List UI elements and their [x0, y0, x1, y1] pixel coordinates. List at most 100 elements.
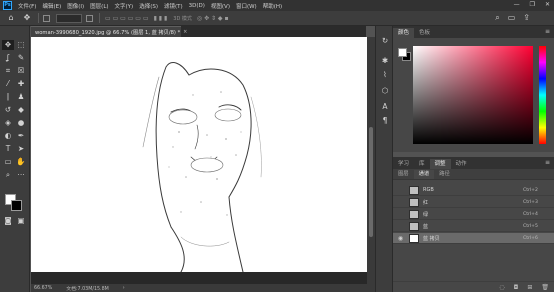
document-canvas[interactable]	[31, 37, 367, 272]
menu-help[interactable]: 帮助(H)	[263, 2, 282, 10]
quick-mask-icon[interactable]: ◙	[2, 216, 14, 226]
crop-tool-icon[interactable]: ⌗	[2, 66, 14, 76]
pen-tool-icon[interactable]: ✒	[15, 131, 27, 141]
more-tools-icon[interactable]: ⋯	[15, 170, 27, 180]
menu-window[interactable]: 窗口(W)	[236, 2, 257, 10]
shape-tool-icon[interactable]: ▭	[2, 157, 14, 167]
visibility-eye-icon[interactable]: ◉	[396, 235, 405, 242]
close-tab-icon[interactable]: ×	[183, 29, 187, 35]
channels-footer: ◌ ◘ ⊞ 🗑	[393, 281, 554, 292]
channel-row-red[interactable]: 红 Ctrl+3	[393, 197, 554, 208]
menu-type[interactable]: 文字(Y)	[115, 2, 134, 10]
channel-row-blue[interactable]: 蓝 Ctrl+5	[393, 221, 554, 232]
color-picker-field[interactable]	[413, 46, 533, 144]
document-tab[interactable]: woman-3990680_1920.jpg @ 66.7% (图层 1, 蓝 …	[31, 26, 187, 37]
brushes-panel-icon[interactable]: ⌇	[380, 70, 390, 80]
3d-mode-icons[interactable]: ◎ ✥ ⇕ ◆ ▪	[197, 15, 229, 22]
align-icons[interactable]: ▭ ▭ ▭ ▭ ▭ ▭	[105, 15, 149, 22]
menu-file[interactable]: 文件(F)	[18, 2, 36, 10]
menu-layer[interactable]: 图层(L)	[90, 2, 108, 10]
type-tool-icon[interactable]: T	[2, 144, 14, 154]
menu-edit[interactable]: 编辑(E)	[42, 2, 61, 10]
share-icon[interactable]: ⇪	[523, 13, 530, 23]
status-bar: 66.67% 文档:7.03M/15.8M ›	[31, 284, 375, 292]
new-channel-icon[interactable]: ⊞	[527, 284, 532, 291]
paragraph-panel-icon[interactable]: ¶	[380, 116, 390, 126]
history-brush-tool-icon[interactable]: ↺	[2, 105, 14, 115]
home-icon[interactable]: ⌂	[6, 13, 16, 23]
channel-shortcut: Ctrl+3	[523, 199, 538, 205]
distribute-icons[interactable]: ▮ ▮ ▮	[154, 15, 168, 22]
brush-tool-icon[interactable]: ǀ	[2, 92, 14, 102]
history-panel-icon[interactable]: ↻	[380, 36, 390, 46]
channel-row-rgb[interactable]: RGB Ctrl+2	[393, 185, 554, 196]
3d-mode-label: 3D 模式	[173, 15, 192, 22]
frame-tool-icon[interactable]: ☒	[15, 66, 27, 76]
zoom-level[interactable]: 66.67%	[34, 286, 52, 291]
maximize-button[interactable]: ❐	[530, 1, 535, 8]
paint-bucket-tool-icon[interactable]: ◈	[2, 118, 14, 128]
show-transform-checkbox[interactable]	[86, 14, 93, 22]
tools-panel: ✥ ⬚ ʆ ✎ ⌗ ☒ ⁄ ✚ ǀ ♟ ↺ ◆ ◈ ● ◐ ✒ T ➤ ▭ ✋ …	[0, 26, 30, 292]
channel-row-green[interactable]: 绿 Ctrl+4	[393, 209, 554, 220]
background-color-swatch[interactable]	[11, 200, 22, 211]
delete-channel-icon[interactable]: 🗑	[541, 284, 549, 291]
blur-tool-icon[interactable]: ●	[15, 118, 27, 128]
tab-swatches[interactable]: 色板	[414, 28, 435, 38]
3d-panel-icon[interactable]: ⬡	[380, 86, 390, 96]
status-menu-arrow[interactable]: ›	[123, 286, 125, 291]
tab-color[interactable]: 颜色	[393, 28, 415, 38]
canvas-vertical-scrollbar[interactable]	[367, 37, 375, 284]
panel-menu-icon[interactable]: ≡	[545, 159, 550, 166]
channel-shortcut: Ctrl+4	[523, 211, 538, 217]
menu-view[interactable]: 视图(V)	[211, 2, 230, 10]
scrollbar-thumb[interactable]	[369, 127, 373, 237]
load-selection-icon[interactable]: ◌	[499, 284, 504, 291]
screen-mode-icon[interactable]: ▣	[15, 216, 27, 226]
channel-row-blue-copy[interactable]: ◉ 蓝 拷贝 Ctrl+6	[393, 233, 554, 244]
tab-actions[interactable]: 动作	[451, 159, 472, 169]
tab-paths[interactable]: 路径	[434, 170, 455, 179]
hand-tool-icon[interactable]: ✋	[15, 157, 27, 167]
move-tool-icon[interactable]: ✥	[2, 40, 14, 50]
hue-slider[interactable]	[539, 46, 546, 144]
eraser-tool-icon[interactable]: ◆	[15, 105, 27, 115]
menu-select[interactable]: 选择(S)	[139, 2, 158, 10]
channel-name: 红	[423, 199, 429, 206]
tab-libraries[interactable]: 库	[414, 159, 430, 169]
character-panel-icon[interactable]: A	[380, 102, 390, 112]
channel-thumbnail	[409, 221, 419, 231]
save-selection-icon[interactable]: ◘	[514, 284, 519, 291]
minimize-button[interactable]: —	[514, 1, 520, 8]
clone-stamp-tool-icon[interactable]: ♟	[15, 92, 27, 102]
auto-select-dropdown[interactable]	[56, 13, 82, 23]
workspace-icon[interactable]: ▭	[508, 13, 516, 23]
search-icon[interactable]: ⌕	[495, 13, 499, 23]
channel-name: 蓝	[423, 223, 429, 230]
path-select-tool-icon[interactable]: ➤	[15, 144, 27, 154]
healing-brush-tool-icon[interactable]: ✚	[15, 79, 27, 89]
marquee-tool-icon[interactable]: ⬚	[15, 40, 27, 50]
menu-image[interactable]: 图像(I)	[67, 2, 84, 10]
tab-adjustments[interactable]: 调整	[429, 159, 451, 169]
tab-channels[interactable]: 通道	[413, 170, 435, 179]
menu-3d[interactable]: 3D(D)	[189, 3, 205, 9]
zoom-tool-icon[interactable]: ⌕	[2, 170, 14, 180]
channel-thumbnail	[409, 197, 419, 207]
color-panel-foreground-swatch[interactable]	[398, 48, 407, 57]
close-button[interactable]: ✕	[545, 1, 550, 8]
panel-menu-icon[interactable]: ≡	[545, 28, 550, 35]
menu-filter[interactable]: 滤镜(T)	[164, 2, 183, 10]
lasso-tool-icon[interactable]: ʆ	[2, 53, 14, 63]
dodge-tool-icon[interactable]: ◐	[2, 131, 14, 141]
tab-layers[interactable]: 图层	[393, 170, 414, 179]
tab-learn[interactable]: 学习	[393, 159, 414, 169]
move-tool-icon[interactable]: ✥	[22, 13, 32, 23]
photoshop-window: Ps 文件(F) 编辑(E) 图像(I) 图层(L) 文字(Y) 选择(S) 滤…	[0, 0, 554, 292]
auto-select-checkbox[interactable]	[43, 14, 50, 22]
quick-select-tool-icon[interactable]: ✎	[15, 53, 27, 63]
layers-channels-paths-tabs: 图层 通道 路径	[393, 169, 554, 180]
brush-settings-icon[interactable]: ✱	[380, 56, 390, 66]
eyedropper-tool-icon[interactable]: ⁄	[2, 79, 14, 89]
collapsed-panel-dock: ↻ ✱ ⌇ ⬡ A ¶	[375, 26, 393, 292]
